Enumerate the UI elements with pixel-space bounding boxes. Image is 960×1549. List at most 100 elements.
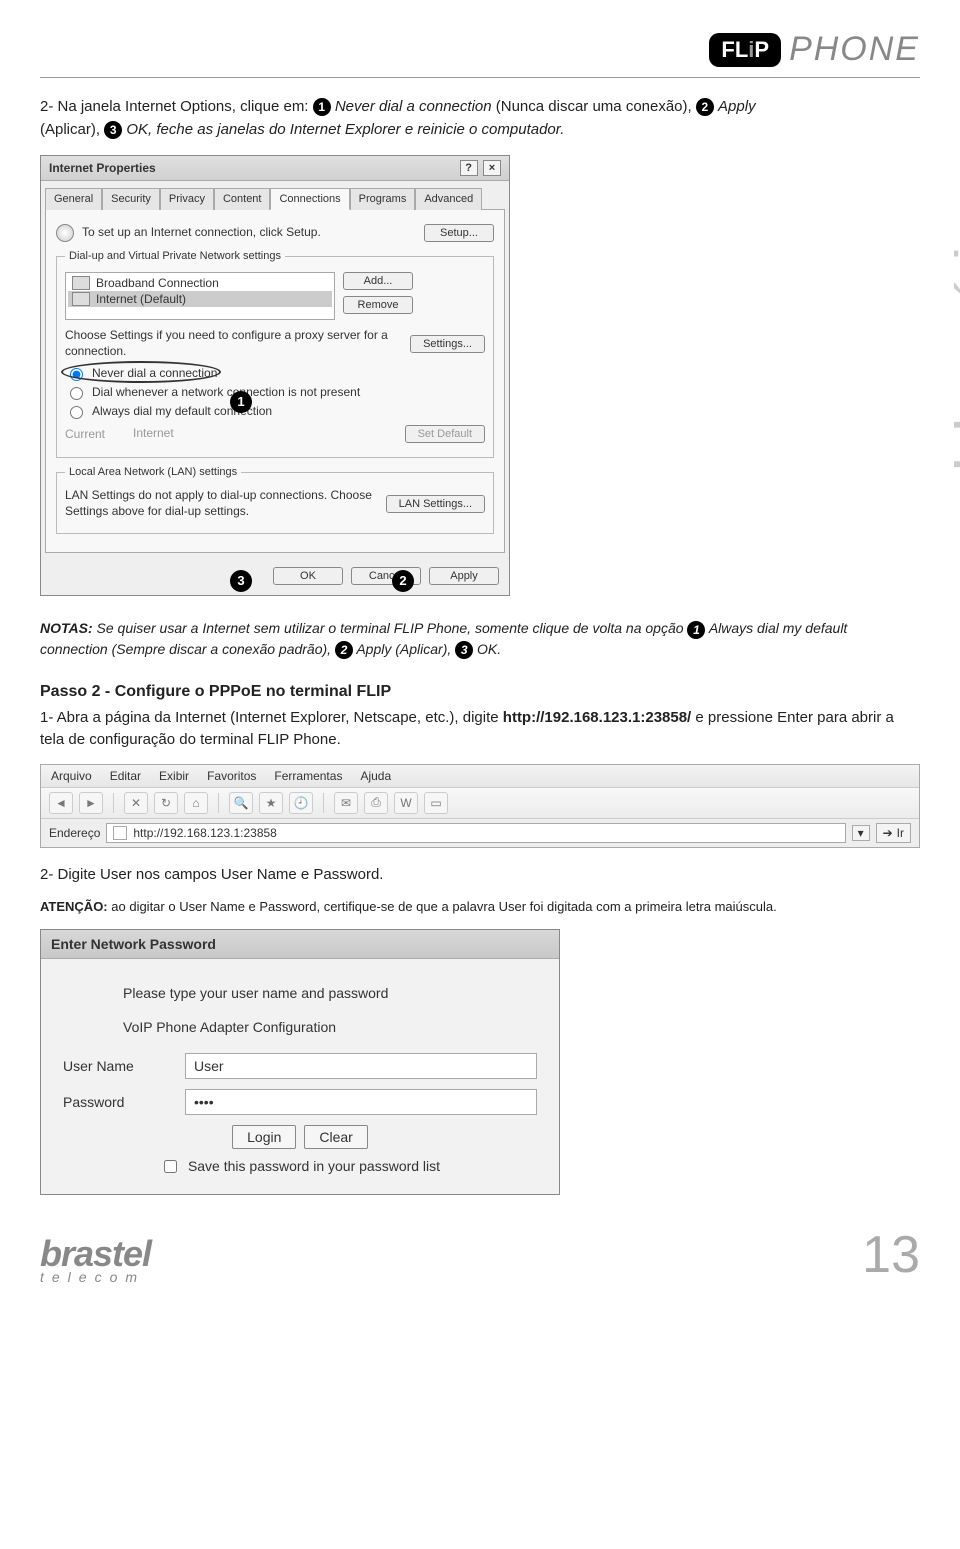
- ok-button[interactable]: OK: [273, 567, 343, 585]
- setup-button[interactable]: Setup...: [424, 224, 494, 242]
- radio-never-dial[interactable]: Never dial a connection: [65, 365, 485, 381]
- dialog-footer: OK Cancel Apply: [41, 559, 509, 595]
- help-icon[interactable]: ?: [460, 160, 478, 176]
- list-item-label: Broadband Connection: [96, 276, 219, 290]
- radio-label: Dial whenever a network connection is no…: [92, 385, 360, 399]
- lan-text: LAN Settings do not apply to dial-up con…: [65, 488, 378, 519]
- attention-label: ATENÇÃO:: [40, 899, 108, 914]
- tab-connections[interactable]: Connections: [270, 188, 349, 210]
- print-icon[interactable]: ⎙: [364, 792, 388, 814]
- menu-ajuda[interactable]: Ajuda: [360, 769, 391, 783]
- badge-3-icon: 3: [104, 121, 122, 139]
- setup-text: To set up an Internet connection, click …: [82, 225, 416, 241]
- separator: [323, 793, 324, 813]
- badge-1-icon: 1: [313, 98, 331, 116]
- login-button[interactable]: Login: [232, 1125, 296, 1149]
- intro-ok: OK, feche as janelas do Internet Explore…: [126, 121, 564, 138]
- search-icon[interactable]: 🔍: [229, 792, 253, 814]
- menu-ferramentas[interactable]: Ferramentas: [274, 769, 342, 783]
- password-field[interactable]: ••••: [185, 1089, 537, 1115]
- window-controls: ? ×: [458, 160, 501, 176]
- menu-favoritos[interactable]: Favoritos: [207, 769, 256, 783]
- internet-properties-dialog: Internet Properties ? × General Security…: [40, 155, 510, 596]
- current-value: Internet: [133, 426, 397, 442]
- add-button[interactable]: Add...: [343, 272, 413, 290]
- tab-security[interactable]: Security: [102, 188, 160, 210]
- lan-legend: Local Area Network (LAN) settings: [65, 466, 241, 478]
- brastel-sub: telecom: [40, 1269, 151, 1285]
- edit-icon[interactable]: W: [394, 792, 418, 814]
- radio-always-dial[interactable]: Always dial my default connection: [65, 403, 485, 419]
- back-icon[interactable]: ◄: [49, 792, 73, 814]
- attention-note: ATENÇÃO: ao digitar o User Name e Passwo…: [40, 898, 920, 916]
- tab-content[interactable]: Content: [214, 188, 271, 210]
- address-label: Endereço: [49, 826, 100, 840]
- forward-icon[interactable]: ►: [79, 792, 103, 814]
- current-label: Current: [65, 427, 125, 441]
- tab-privacy[interactable]: Privacy: [160, 188, 214, 210]
- menu-exibir[interactable]: Exibir: [159, 769, 189, 783]
- choose-text: Choose Settings if you need to configure…: [65, 328, 402, 359]
- tab-general[interactable]: General: [45, 188, 102, 210]
- brastel-brand: brastel: [40, 1233, 151, 1274]
- notas-body3: (Aplicar),: [395, 641, 451, 657]
- home-icon[interactable]: ⌂: [184, 792, 208, 814]
- discuss-icon[interactable]: ▭: [424, 792, 448, 814]
- dialup-legend: Dial-up and Virtual Private Network sett…: [65, 250, 285, 262]
- intro-prefix: 2- Na janela Internet Options, clique em…: [40, 98, 308, 115]
- go-button[interactable]: ➔ Ir: [876, 823, 911, 843]
- apply-button[interactable]: Apply: [429, 567, 499, 585]
- radio-input[interactable]: [70, 406, 83, 419]
- address-input[interactable]: http://192.168.123.1:23858: [106, 823, 845, 843]
- stop-icon[interactable]: ✕: [124, 792, 148, 814]
- dropdown-icon[interactable]: ▾: [852, 825, 870, 841]
- separator: [113, 793, 114, 813]
- tab-body: To set up an Internet connection, click …: [45, 209, 505, 553]
- pwdlg-titlebar: Enter Network Password: [41, 930, 559, 959]
- favorites-icon[interactable]: ★: [259, 792, 283, 814]
- history-icon[interactable]: 🕘: [289, 792, 313, 814]
- header: FLiP PHONE: [40, 30, 920, 69]
- list-item-broadband[interactable]: Broadband Connection: [68, 275, 332, 291]
- menu-arquivo[interactable]: Arquivo: [51, 769, 92, 783]
- dialup-group: Dial-up and Virtual Private Network sett…: [56, 250, 494, 458]
- save-password-checkbox[interactable]: [164, 1160, 177, 1173]
- lan-settings-button[interactable]: LAN Settings...: [386, 495, 485, 513]
- intro-never-dial-trans: (Nunca discar uma conexão),: [496, 98, 692, 115]
- flip-badge: FLiP: [709, 33, 781, 67]
- flip-phone-logo: FLiP PHONE: [709, 30, 920, 69]
- connections-listbox[interactable]: Broadband Connection Internet (Default): [65, 272, 335, 320]
- intro-apply: Apply: [718, 98, 756, 115]
- radio-dial-whenever[interactable]: Dial whenever a network connection is no…: [65, 384, 485, 400]
- settings-button[interactable]: Settings...: [410, 335, 485, 353]
- clear-button[interactable]: Clear: [304, 1125, 367, 1149]
- radio-input[interactable]: [70, 387, 83, 400]
- remove-button[interactable]: Remove: [343, 296, 413, 314]
- list-item-label: Internet (Default): [96, 292, 186, 306]
- tab-programs[interactable]: Programs: [350, 188, 416, 210]
- lan-group: Local Area Network (LAN) settings LAN Se…: [56, 466, 494, 534]
- go-arrow-icon: ➔: [883, 826, 893, 840]
- badge-1-icon: 1: [687, 621, 705, 639]
- username-field[interactable]: User: [185, 1053, 537, 1079]
- globe-icon: [56, 224, 74, 242]
- pwdlg-line1: Please type your user name and password: [63, 985, 537, 1001]
- ie-toolbar-row: ◄ ► ✕ ↻ ⌂ 🔍 ★ 🕘 ✉ ⎙ W ▭: [41, 788, 919, 819]
- refresh-icon[interactable]: ↻: [154, 792, 178, 814]
- badge-2-icon: 2: [335, 641, 353, 659]
- menu-editar[interactable]: Editar: [110, 769, 141, 783]
- page-number: 13: [862, 1225, 920, 1285]
- setup-row: To set up an Internet connection, click …: [56, 224, 494, 242]
- list-buttons: Add... Remove: [343, 272, 413, 314]
- mail-icon[interactable]: ✉: [334, 792, 358, 814]
- notas-body2: (Sempre discar a conexão padrão),: [112, 641, 331, 657]
- tab-advanced[interactable]: Advanced: [415, 188, 482, 210]
- close-icon[interactable]: ×: [483, 160, 501, 176]
- phone-word: PHONE: [789, 30, 920, 69]
- radio-input[interactable]: [70, 368, 83, 381]
- page-footer: brastel telecom 13: [40, 1225, 920, 1285]
- pwdlg-buttons: Login Clear: [63, 1125, 537, 1149]
- save-password-row[interactable]: Save this password in your password list: [63, 1157, 537, 1176]
- ie-address-row: Endereço http://192.168.123.1:23858 ▾ ➔ …: [41, 819, 919, 847]
- list-item-internet[interactable]: Internet (Default): [68, 291, 332, 307]
